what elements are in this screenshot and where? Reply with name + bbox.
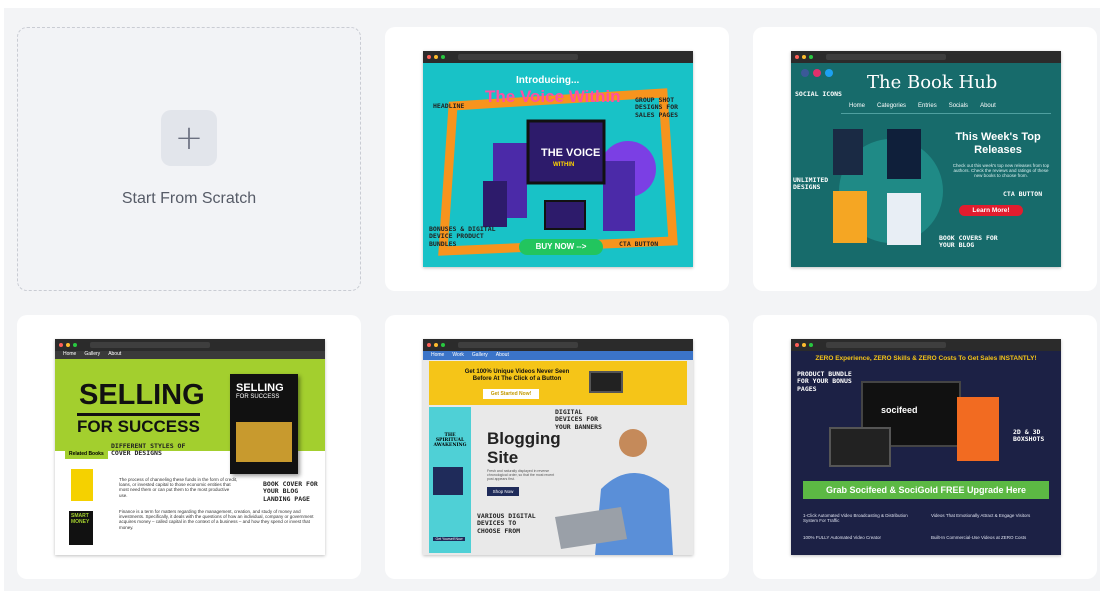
voice-box-sub: WITHIN [553,162,575,168]
bookhub-note-covers: BOOK COVERS FOR YOUR BLOG [939,234,998,250]
bookhub-body: Check out this week's top new releases f… [952,163,1050,179]
template-preview: ZERO Experience, ZERO Skills & ZERO Cost… [791,339,1061,555]
socifeed-brand: socifeed [881,405,918,415]
voice-kicker: Introducing... [516,75,580,86]
template-card-voice-within[interactable]: Introducing... The Voice Within THE VOIC… [385,27,729,291]
template-card-blogging-site[interactable]: Home Work Gallery About Get 100% Unique … [385,315,729,579]
voice-title: The Voice Within [485,87,621,106]
template-card-book-hub[interactable]: The Book Hub Home Categories Entries Soc… [753,27,1097,291]
socifeed-note-bundle: PRODUCT BUNDLE FOR YOUR BONUS PAGES [797,370,852,393]
socifeed-headline: ZERO Experience, ZERO Skills & ZERO Cost… [815,355,1037,362]
selling-para-1: The process of channeling these funds in… [119,477,238,498]
voice-note-headline: HEADLINE [433,102,465,110]
socifeed-feature-3: 100% FULLY Automated Video Creator [803,535,882,540]
book-title-1: SELLING [236,382,284,394]
voice-note-group: GROUP SHOT DESIGNS FOR SALES PAGES [635,96,679,119]
socifeed-laptop [829,427,891,467]
bookhub-heading: This Week's Top Releases [955,131,1041,157]
template-card-socifeed[interactable]: ZERO Experience, ZERO Skills & ZERO Cost… [753,315,1097,579]
person-with-laptop [555,429,673,555]
voice-note-cta: CTA BUTTON [619,240,659,248]
template-preview: Home Work Gallery About Get 100% Unique … [423,339,693,555]
nav-gallery: Gallery [84,351,101,358]
template-preview: Home Gallery About SELLING FOR SUCCESS S… [55,339,325,555]
related-books-label: Related Books [65,451,108,459]
selling-title-1: SELLING [79,379,205,411]
selling-nav: Home Gallery About [55,351,325,359]
voice-note-bonuses: BONUSES & DIGITAL DEVICE PRODUCT BUNDLES [429,225,496,248]
bookhub-note-social: SOCIAL ICONS [795,90,842,98]
selling-note-styles: DIFFERENT STYLES OF COVER DESIGNS [111,442,186,458]
browser-chrome [791,339,1061,351]
plus-icon: + [161,110,217,166]
template-preview: Introducing... The Voice Within THE VOIC… [423,51,693,267]
nav-home: Home [63,351,77,358]
socifeed-feature-2: Videos That Emotionally Attract & Engage… [931,513,1031,518]
socifeed-feature-1: 1-Click Automated Video Broadcasting & D… [803,513,908,524]
mini-book-2: SMART MONEY [69,511,93,545]
voice-box-title: THE VOICE [541,147,601,159]
nav-about: About [108,351,122,358]
book-title-2: FOR SUCCESS [236,394,280,400]
socifeed-cta-button: Grab Socifeed & SociGold FREE Upgrade He… [803,481,1049,499]
start-from-scratch-card[interactable]: + Start From Scratch [17,27,361,291]
browser-chrome [55,339,325,351]
mini-book-1 [71,469,93,501]
blog-note-devices: DIGITAL DEVICES FOR YOUR BANNERS [555,408,602,431]
socifeed-box [957,397,999,461]
blog-note-various: VARIOUS DIGITAL DEVICES TO CHOOSE FROM [477,512,536,535]
selling-note-cover: BOOK COVER FOR YOUR BLOG LANDING PAGE [263,480,318,503]
bookhub-note-designs: UNLIMITED DESIGNS [793,176,829,192]
bookhub-note-cta: CTA BUTTON [1003,190,1043,198]
bookhub-cta-button: Learn More! [959,205,1023,216]
selling-para-2: Finance is a term for matters regarding … [119,509,314,530]
socifeed-note-boxshots: 2D & 3D BOXSHOTS [1013,428,1045,444]
bookhub-artwork [833,129,943,245]
template-card-selling-for-success[interactable]: Home Gallery About SELLING FOR SUCCESS S… [17,315,361,579]
voice-cta-button: BUY NOW --> [519,239,603,255]
selling-title-2: FOR SUCCESS [77,413,200,437]
template-preview: The Book Hub Home Categories Entries Soc… [791,51,1061,267]
selling-book: SELLING FOR SUCCESS [230,374,298,474]
socifeed-feature-4: Built-In Commercial-Use Videos at ZERO C… [931,535,1027,540]
start-from-scratch-label: Start From Scratch [121,190,257,207]
